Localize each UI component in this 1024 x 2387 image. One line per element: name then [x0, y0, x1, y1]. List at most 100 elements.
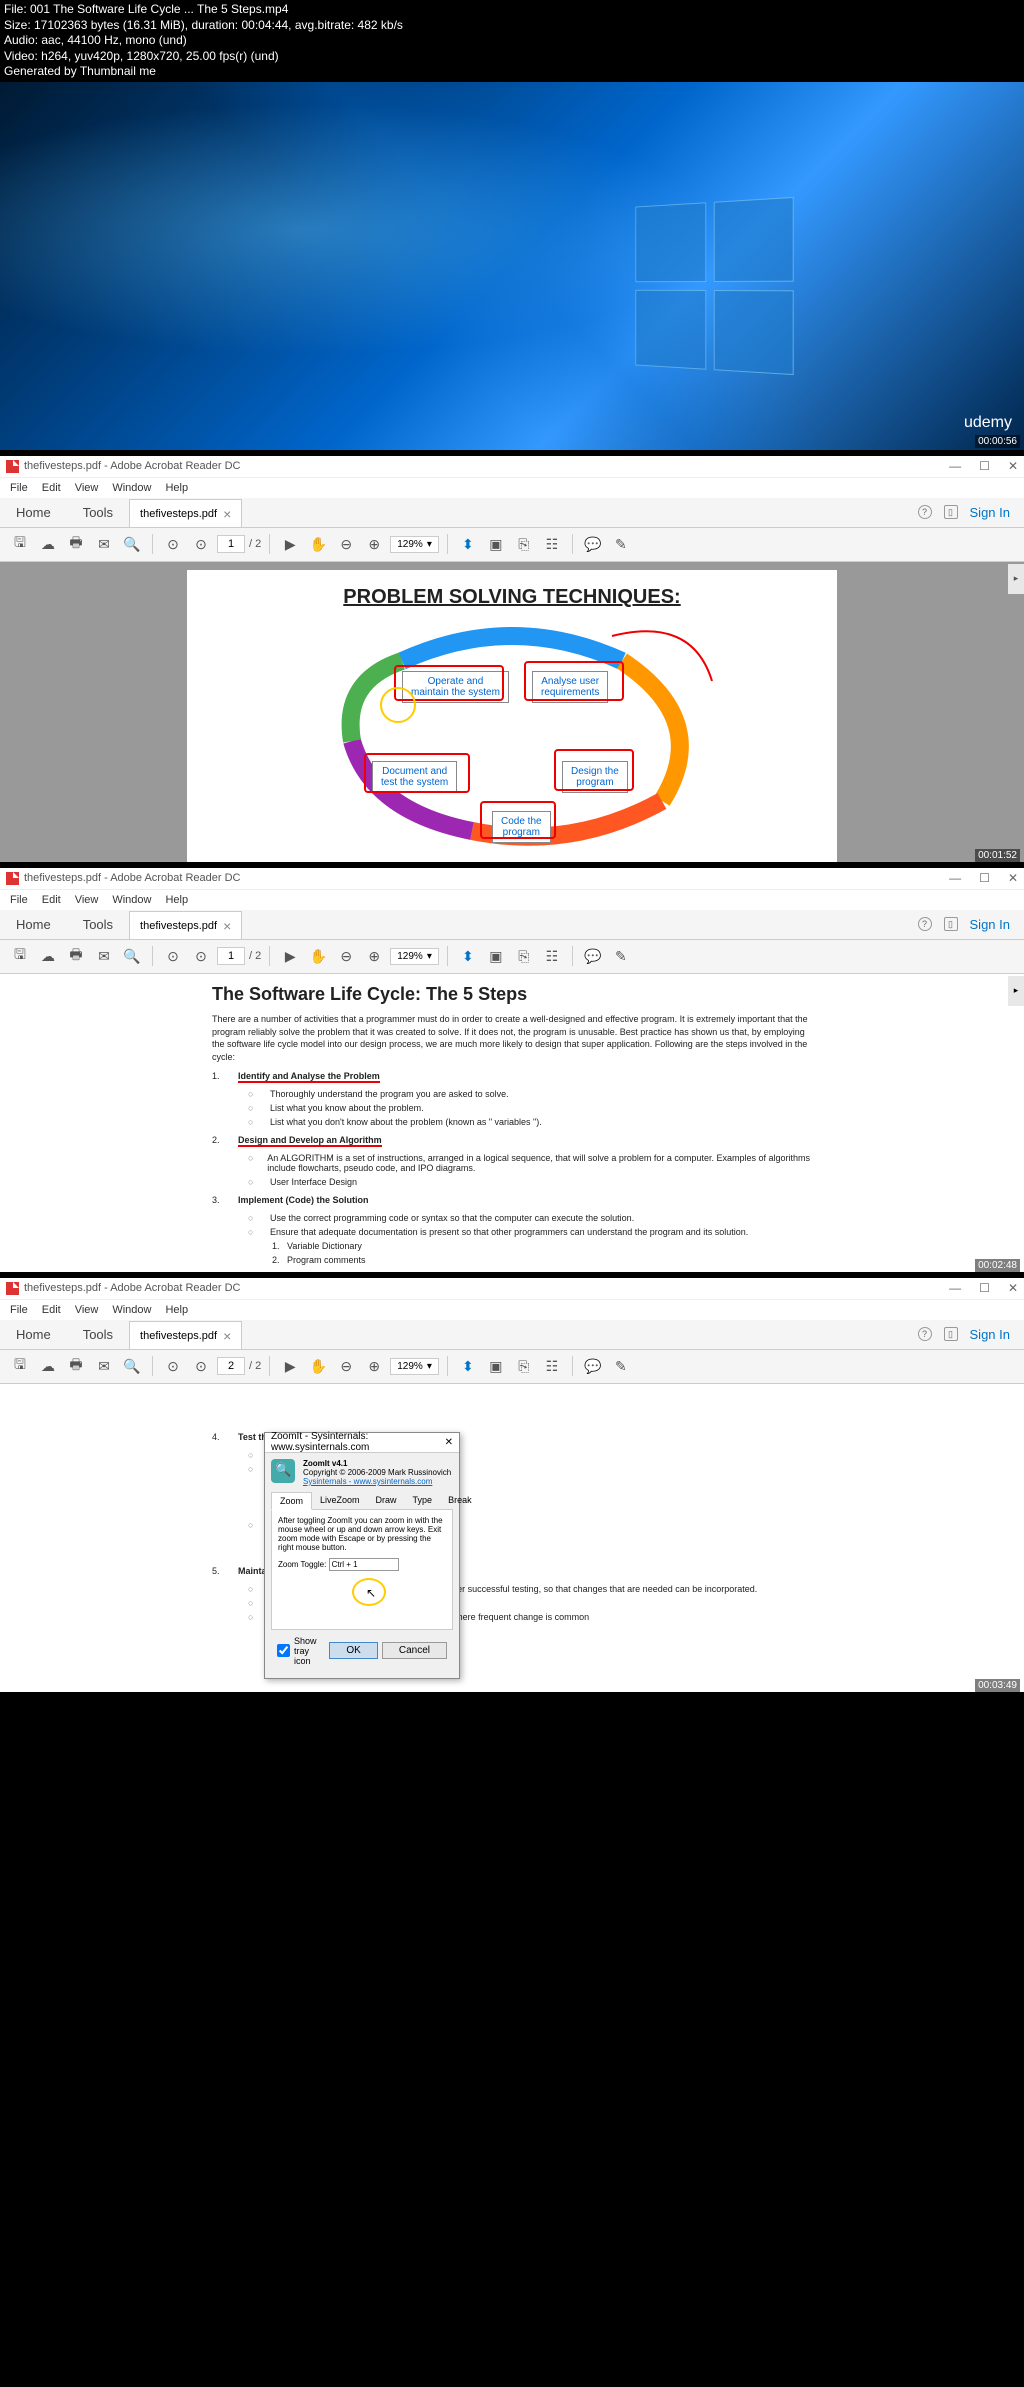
tabbar: Home Tools thefivesteps.pdf× ?▯Sign In	[0, 1320, 1024, 1350]
sign-icon[interactable]: ✎	[609, 532, 633, 556]
zoomit-copyright: Copyright © 2006-2009 Mark Russinovich	[303, 1468, 451, 1477]
menu-help[interactable]: Help	[165, 482, 188, 494]
zoom-toggle-label: Zoom Toggle:	[278, 1560, 326, 1569]
tab-close-icon[interactable]: ×	[223, 506, 231, 522]
cancel-button[interactable]: Cancel	[382, 1642, 447, 1659]
comment-icon[interactable]: 💬	[581, 532, 605, 556]
save-icon[interactable]: 🖫	[8, 532, 32, 556]
tabbar: Home Tools thefivesteps.pdf × ? ▯ Sign I…	[0, 498, 1024, 528]
step-2: 2.Design and Develop an Algorithm	[212, 1135, 812, 1145]
close-button[interactable]: ✕	[1008, 459, 1018, 473]
menu-window[interactable]: Window	[112, 894, 151, 906]
dialog-close-icon[interactable]: ✕	[445, 1437, 453, 1448]
help-icon[interactable]: ?	[918, 505, 932, 519]
fit-width-icon[interactable]: ⬍	[456, 532, 480, 556]
tray-checkbox[interactable]: Show tray icon	[277, 1636, 323, 1666]
menu-edit[interactable]: Edit	[42, 894, 61, 906]
selection-icon[interactable]: ▶	[278, 944, 302, 968]
page-up-icon[interactable]: ⊙	[161, 944, 185, 968]
toolbar: 🖫☁🖶✉🔍⊙⊙ / 2 ▶✋⊖⊕129% ▾⬍▣⎘☷💬✎	[0, 940, 1024, 974]
mobile-icon[interactable]: ▯	[944, 505, 958, 519]
cloud-icon[interactable]: ☁	[36, 532, 60, 556]
hand-icon[interactable]: ✋	[306, 532, 330, 556]
tab-tools[interactable]: Tools	[67, 498, 129, 527]
fit-page-icon[interactable]: ▣	[484, 532, 508, 556]
ok-button[interactable]: OK	[329, 1642, 377, 1659]
page-input[interactable]	[217, 1357, 245, 1375]
collapse-panel-icon[interactable]: ▸	[1008, 564, 1024, 594]
tab-draw[interactable]: Draw	[368, 1492, 405, 1509]
cloud-icon[interactable]: ☁	[36, 944, 60, 968]
save-icon[interactable]: 🖫	[8, 944, 32, 968]
acrobat-window-2: thefivesteps.pdf - Adobe Acrobat Reader …	[0, 868, 1024, 1272]
close-button[interactable]: ✕	[1008, 1281, 1018, 1295]
tab-tools[interactable]: Tools	[67, 910, 129, 939]
search-icon[interactable]: 🔍	[120, 532, 144, 556]
tab-document[interactable]: thefivesteps.pdf×	[129, 911, 242, 939]
dialog-footer: Show tray icon OK Cancel	[271, 1630, 453, 1672]
minimize-button[interactable]: —	[949, 459, 961, 473]
titlebar: thefivesteps.pdf - Adobe Acrobat Reader …	[0, 868, 1024, 890]
timestamp: 00:03:49	[975, 1679, 1020, 1692]
menu-file[interactable]: File	[10, 482, 28, 494]
meta-size: Size: 17102363 bytes (16.31 MiB), durati…	[4, 18, 1020, 34]
maximize-button[interactable]: ☐	[979, 1281, 990, 1295]
zoom-in-icon[interactable]: ⊕	[362, 944, 386, 968]
zoom-out-icon[interactable]: ⊖	[334, 944, 358, 968]
tab-livezoom[interactable]: LiveZoom	[312, 1492, 368, 1509]
tab-home[interactable]: Home	[0, 910, 67, 939]
zoom-in-icon[interactable]: ⊕	[362, 532, 386, 556]
page-up-icon[interactable]: ⊙	[161, 532, 185, 556]
read-icon[interactable]: ☷	[540, 532, 564, 556]
tab-home[interactable]: Home	[0, 498, 67, 527]
menu-help[interactable]: Help	[165, 894, 188, 906]
zoom-level[interactable]: 129% ▾	[390, 536, 439, 553]
sign-in-link[interactable]: Sign In	[970, 505, 1010, 520]
dialog-content: After toggling ZoomIt you can zoom in wi…	[271, 1510, 453, 1630]
help-icon[interactable]: ?	[918, 917, 932, 931]
mobile-icon[interactable]: ▯	[944, 917, 958, 931]
email-icon[interactable]: ✉	[92, 944, 116, 968]
zoom-out-icon[interactable]: ⊖	[334, 532, 358, 556]
view-icon[interactable]: ⎘	[512, 532, 536, 556]
tab-type[interactable]: Type	[405, 1492, 441, 1509]
minimize-button[interactable]: —	[949, 871, 961, 885]
menu-edit[interactable]: Edit	[42, 482, 61, 494]
pdf-icon	[6, 872, 19, 885]
page-indicator: / 2	[217, 535, 261, 553]
tab-zoom[interactable]: Zoom	[271, 1492, 312, 1510]
sign-in-link[interactable]: Sign In	[970, 917, 1010, 932]
tab-close-icon[interactable]: ×	[223, 918, 231, 934]
tab-document-label: thefivesteps.pdf	[140, 508, 217, 520]
acrobat-window-3: thefivesteps.pdf - Adobe Acrobat Reader …	[0, 1278, 1024, 1692]
print-icon[interactable]: 🖶	[64, 944, 88, 968]
minimize-button[interactable]: —	[949, 1281, 961, 1295]
selection-icon[interactable]: ▶	[278, 532, 302, 556]
cursor-icon: ↖	[366, 1586, 376, 1600]
titlebar: thefivesteps.pdf - Adobe Acrobat Reader …	[0, 1278, 1024, 1300]
zoom-toggle-input[interactable]	[329, 1558, 399, 1571]
page-input[interactable]	[217, 535, 245, 553]
print-icon[interactable]: 🖶	[64, 532, 88, 556]
page-input[interactable]	[217, 947, 245, 965]
close-button[interactable]: ✕	[1008, 871, 1018, 885]
maximize-button[interactable]: ☐	[979, 871, 990, 885]
tab-break[interactable]: Break	[440, 1492, 480, 1509]
yellow-annotation	[380, 687, 416, 723]
menu-window[interactable]: Window	[112, 482, 151, 494]
pdf-icon	[6, 460, 19, 473]
page-down-icon[interactable]: ⊙	[189, 532, 213, 556]
timestamp: 00:00:56	[975, 435, 1020, 448]
menu-view[interactable]: View	[75, 482, 99, 494]
hand-icon[interactable]: ✋	[306, 944, 330, 968]
zoomit-link[interactable]: Sysinternals - www.sysinternals.com	[303, 1477, 432, 1486]
windows-logo	[635, 197, 793, 375]
page-down-icon[interactable]: ⊙	[189, 944, 213, 968]
search-icon[interactable]: 🔍	[120, 944, 144, 968]
email-icon[interactable]: ✉	[92, 532, 116, 556]
maximize-button[interactable]: ☐	[979, 459, 990, 473]
menu-view[interactable]: View	[75, 894, 99, 906]
tab-document[interactable]: thefivesteps.pdf ×	[129, 499, 242, 527]
collapse-panel-icon[interactable]: ▸	[1008, 976, 1024, 1006]
menu-file[interactable]: File	[10, 894, 28, 906]
